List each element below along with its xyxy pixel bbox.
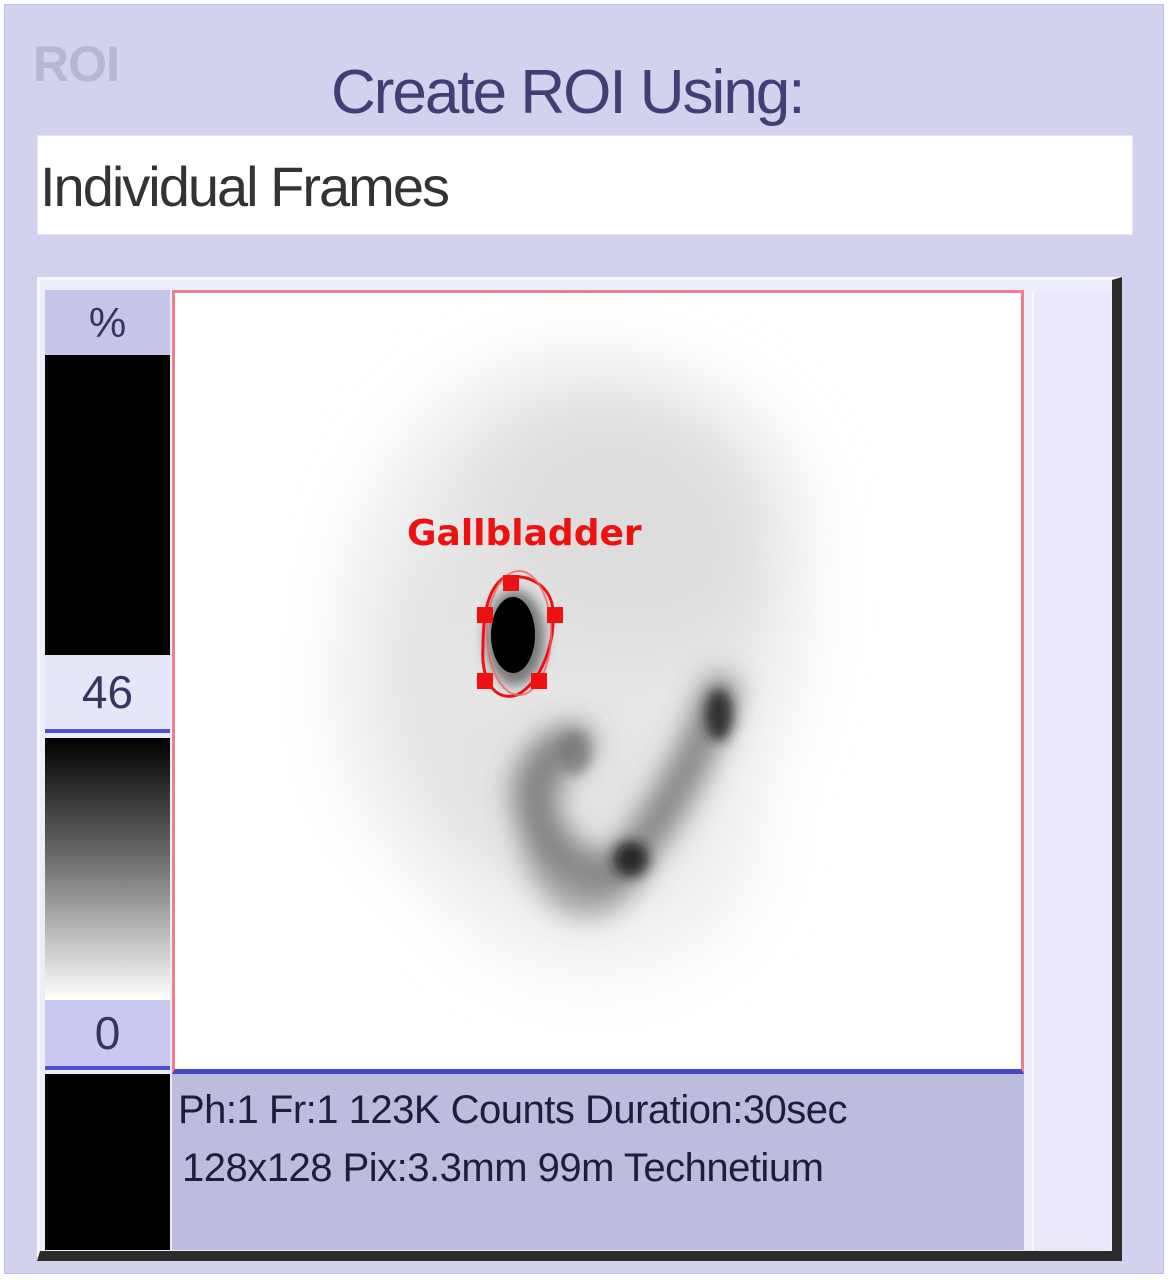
color-scale-max-input[interactable]: 46 [45, 655, 170, 733]
acquisition-info-line-1: Ph:1 Fr:1 123K Counts Duration:30sec [178, 1088, 848, 1132]
image-viewer: % 46 0 Gallbladder Ph:1 Fr:1 123K Counts… [37, 277, 1122, 1261]
roi-method-value: Individual Frames [40, 155, 450, 218]
acquisition-info: Ph:1 Fr:1 123K Counts Duration:30sec 128… [172, 1074, 1024, 1250]
color-scale-unit: % [45, 290, 170, 355]
color-scale-gradient[interactable] [45, 738, 170, 1000]
color-scale-saturation-block [45, 355, 170, 655]
scintigraphy-image[interactable]: Gallbladder [172, 290, 1024, 1074]
roi-method-select[interactable]: Individual Frames [37, 135, 1133, 235]
color-scale-bottom-block [45, 1074, 170, 1250]
roi-handle-left[interactable] [477, 607, 493, 623]
scan-canvas[interactable] [175, 293, 1021, 1069]
acquisition-info-line-2: 128x128 Pix:3.3mm 99m Technetium [182, 1146, 824, 1190]
create-roi-heading: Create ROI Using: [331, 58, 806, 127]
color-scale: % 46 0 [45, 290, 170, 1250]
color-scale-min-input[interactable]: 0 [45, 1000, 170, 1070]
frame-scrollbar[interactable] [1032, 292, 1110, 1250]
panel-title: ROI [33, 36, 120, 92]
roi-handle-bottom-left[interactable] [477, 673, 493, 689]
roi-handle-bottom-right[interactable] [531, 673, 547, 689]
roi-panel: ROI Create ROI Using: Individual Frames … [4, 4, 1164, 1274]
roi-handle-right[interactable] [547, 607, 563, 623]
roi-handle-top[interactable] [503, 575, 519, 591]
gallbladder-roi-label: Gallbladder [407, 513, 642, 554]
